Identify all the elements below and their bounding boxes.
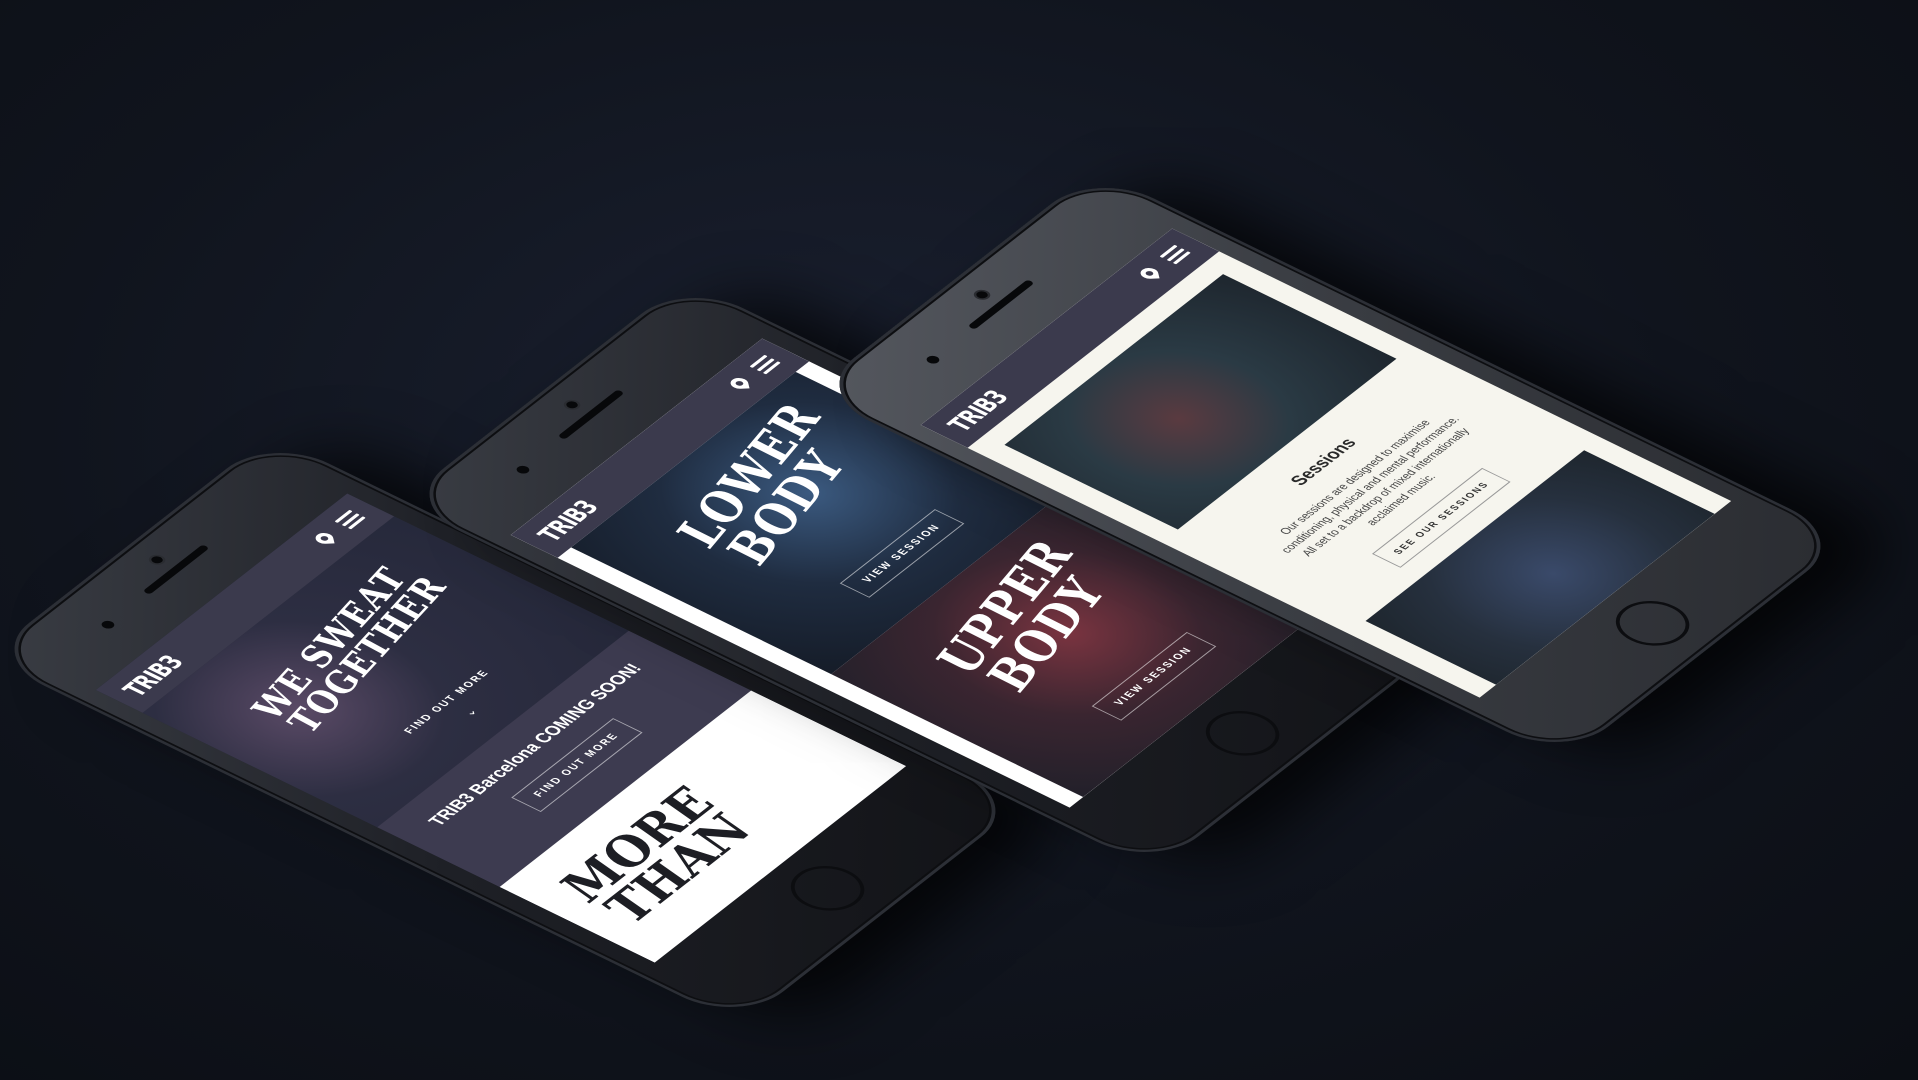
view-session-button[interactable]: VIEW SESSION [1091,632,1217,721]
front-camera [564,399,581,410]
home-button[interactable] [1601,591,1704,655]
location-pin-icon[interactable] [314,532,335,545]
home-button[interactable] [1191,701,1294,765]
location-pin-icon[interactable] [729,377,750,390]
chevron-down-icon[interactable]: ⌄ [459,706,481,719]
location-pin-icon[interactable] [1139,267,1160,280]
home-button[interactable] [776,856,879,920]
earpiece-speaker [142,544,210,595]
hamburger-menu-icon[interactable] [1159,244,1191,265]
proximity-sensor [924,354,942,366]
front-camera [974,289,991,300]
earpiece-speaker [557,389,625,440]
hamburger-menu-icon[interactable] [749,354,781,375]
proximity-sensor [514,464,532,476]
earpiece-speaker [967,279,1035,330]
hamburger-menu-icon[interactable] [334,509,366,530]
proximity-sensor [99,619,117,631]
front-camera [149,554,166,565]
trib3-logo[interactable]: TRIB3 [941,386,1015,435]
